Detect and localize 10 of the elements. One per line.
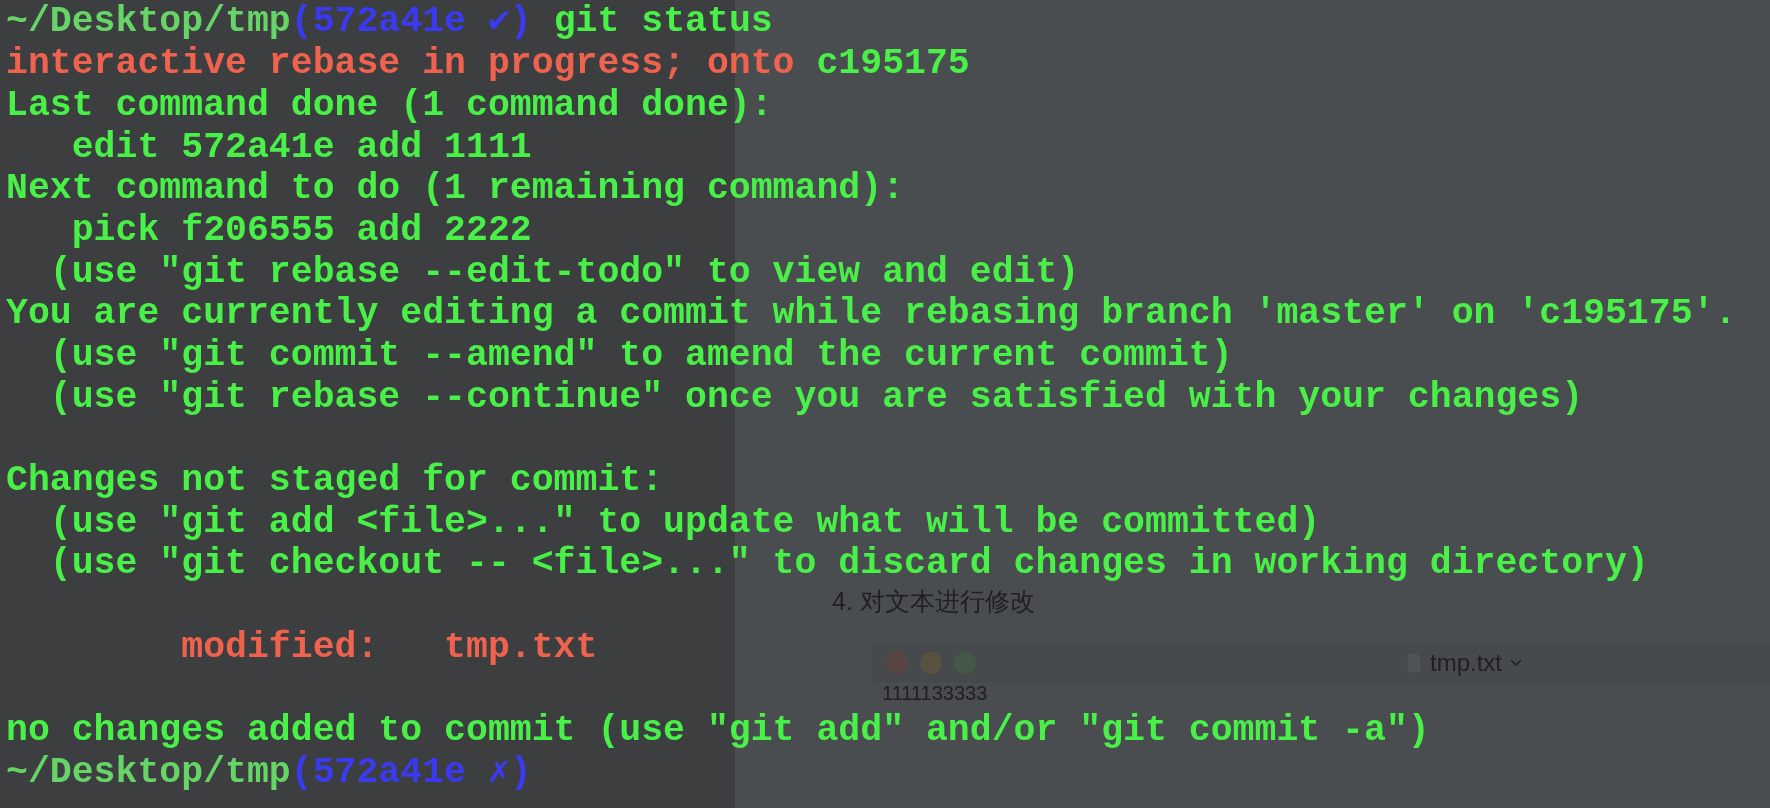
output-text: edit 572a41e add 1111: [70, 125, 532, 170]
warning-text: modified: tmp.txt: [180, 625, 598, 670]
branch-status: (572a41e ✔): [290, 0, 532, 45]
output-text: c195175: [816, 42, 970, 87]
output-text: (use "git checkout -- <file>..." to discard changes in working directory): [48, 542, 1649, 587]
output-text: (use "git rebase --continue" once you are satisfied with your changes): [48, 375, 1584, 420]
chevron-down-icon[interactable]: [1510, 658, 1522, 667]
output-text: git status: [552, 0, 773, 45]
prompt-path: ~/Desktop/tmp: [6, 0, 291, 45]
output-text: (use "git rebase --edit-todo" to view and edit): [48, 250, 1080, 295]
